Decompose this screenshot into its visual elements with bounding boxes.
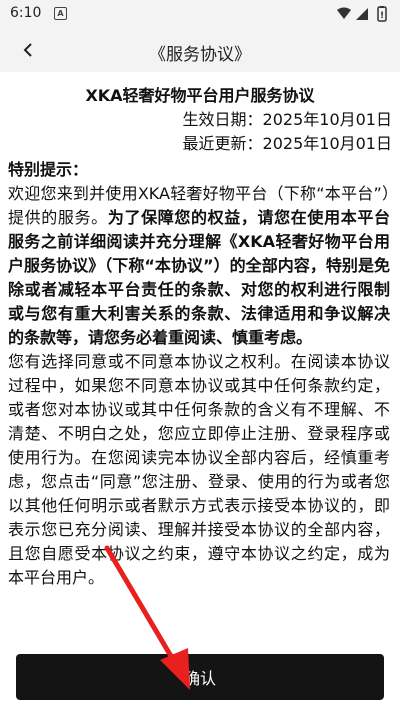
intro-paragraph: 欢迎您来到并使用XKA轻奢好物平台（下称“本平台”）提供的服务。为了保障您的权益… bbox=[0, 182, 400, 350]
choice-paragraph: 您有选择同意或不同意本协议之权利。在阅读本协议过程中，如果您不同意本协议或其中任… bbox=[8, 352, 390, 587]
special-tips-heading: 特别提示： bbox=[8, 160, 89, 179]
notification-icon: A bbox=[54, 7, 67, 20]
status-bar: 6:10 A ! bbox=[0, 0, 400, 28]
agreement-content[interactable]: XKA轻奢好物平台用户服务协议 生效日期：2025年10月01日 最近更新：20… bbox=[0, 72, 400, 650]
status-icons: ! bbox=[336, 6, 392, 22]
page-title: 《服务协议》 bbox=[149, 45, 251, 65]
svg-text:!: ! bbox=[380, 11, 384, 21]
bottom-bar: 确认 bbox=[0, 650, 400, 712]
nav-bar: 《服务协议》 bbox=[0, 28, 400, 72]
status-time: 6:10 bbox=[10, 5, 42, 21]
updated-date: 最近更新：2025年10月01日 bbox=[182, 134, 392, 153]
wifi-icon bbox=[337, 7, 351, 19]
agreement-title: XKA轻奢好物平台用户服务协议 bbox=[85, 86, 315, 105]
intro-bold-text: 为了保障您的权益，请您在使用本平台服务之前详细阅读并充分理解《XKA轻奢好物平台… bbox=[8, 208, 390, 347]
signal-icon bbox=[356, 8, 368, 20]
confirm-button[interactable]: 确认 bbox=[16, 654, 384, 700]
effective-date: 生效日期：2025年10月01日 bbox=[182, 110, 392, 129]
battery-icon: ! bbox=[377, 6, 387, 22]
